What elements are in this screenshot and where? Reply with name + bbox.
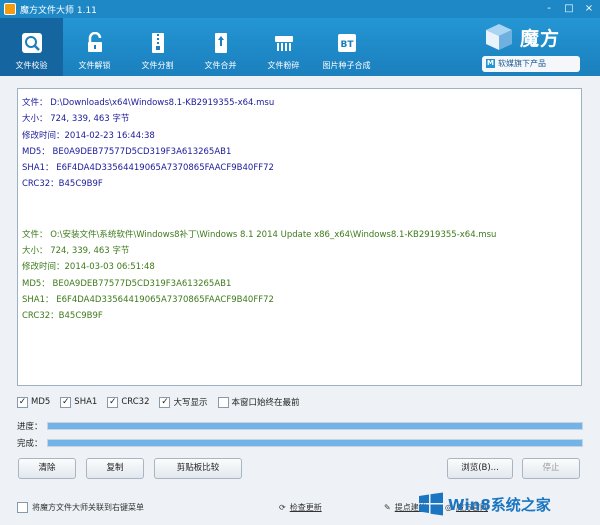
maximize-button[interactable]: □ [562, 2, 576, 16]
watermark: Win8系统之家 [418, 489, 600, 519]
option-sha1[interactable]: ✓ SHA1 [60, 396, 97, 408]
tool-label: 文件分割 [141, 61, 174, 70]
checkbox[interactable]: ✓ [60, 396, 72, 408]
result-line: 修改时间：2014-03-03 06:51:48 [22, 262, 155, 273]
option-label: 本窗口始终在最前 [231, 398, 300, 408]
close-button[interactable]: × [582, 2, 596, 16]
brand-name: 魔方 [520, 28, 561, 50]
option-md5[interactable]: ✓ MD5 [17, 396, 50, 408]
check-update-link[interactable]: ⟳ 检查更新 [279, 502, 322, 513]
cube-logo-icon [486, 24, 512, 50]
tool-label: 图片种子合成 [322, 61, 371, 70]
toolbar: 文件校验 文件解锁 文件分割 文件合并 文件粉碎 BT 图片种子合成 魔方 M … [0, 18, 600, 76]
brand-sub-label: 软媒旗下产品 [498, 59, 546, 68]
option-label: 大写显示 [173, 398, 208, 408]
option-always-on-top[interactable]: 本窗口始终在最前 [217, 396, 300, 408]
tool-label: 文件合并 [204, 61, 237, 70]
result-line: SHA1： E6F4DA4D33564419065A7370865FAACF9B… [22, 163, 274, 174]
copy-button[interactable]: 复制 [86, 458, 144, 479]
tool-file-verify[interactable]: 文件校验 [0, 18, 63, 76]
browse-button[interactable]: 浏览(B)... [447, 458, 513, 479]
current-progress-row: 进度： [17, 420, 583, 432]
result-line: MD5： BE0A9DEB77577D5CD319F3A613265AB1 [22, 146, 232, 157]
result-block-1: 文件： D:\Downloads\x64\Windows8.1-KB291935… [22, 95, 577, 193]
brand-sub-badge[interactable]: M 软媒旗下产品 [482, 56, 580, 72]
checkbox[interactable] [217, 396, 229, 408]
result-line: SHA1： E6F4DA4D33564419065A7370865FAACF9B… [22, 294, 274, 305]
unlock-icon [83, 31, 107, 55]
option-crc32[interactable]: ✓ CRC32 [107, 396, 149, 408]
current-progress-bar [47, 422, 583, 430]
tool-label: 文件粉碎 [267, 61, 300, 70]
complete-label: 完成： [17, 439, 43, 449]
app-icon [4, 3, 16, 15]
checkbox[interactable]: ✓ [107, 396, 119, 408]
clear-button[interactable]: 清除 [18, 458, 76, 479]
hash-options: ✓ MD5 ✓ SHA1 ✓ CRC32 ✓ 大写显示 本窗口始终在最前 [17, 396, 300, 408]
update-icon: ⟳ [279, 503, 286, 512]
total-progress-row: 完成： [17, 437, 583, 449]
progress-fill [48, 440, 582, 446]
result-line: 大小： 724, 339, 463 字节 [22, 114, 130, 125]
title-bar: 魔方文件大师 1.11 - □ × [0, 0, 600, 18]
result-line: CRC32：B45C9B9F [22, 179, 103, 190]
merge-icon [209, 31, 233, 55]
checkbox[interactable]: ✓ [17, 396, 28, 408]
option-label: CRC32 [121, 397, 150, 407]
checkbox[interactable] [17, 502, 28, 513]
tool-image-seed[interactable]: BT 图片种子合成 [315, 18, 378, 76]
progress-label: 进度： [17, 422, 43, 432]
zip-icon [146, 31, 170, 55]
pen-icon: ✎ [384, 503, 391, 512]
search-icon [20, 31, 44, 55]
result-line: CRC32：B45C9B9F [22, 311, 103, 322]
progress-fill [48, 423, 582, 429]
associate-context-menu[interactable]: 将魔方文件大师关联到右键菜单 [17, 502, 144, 513]
total-progress-bar [47, 439, 583, 447]
option-uppercase[interactable]: ✓ 大写显示 [159, 396, 208, 408]
tool-file-merge[interactable]: 文件合并 [189, 18, 252, 76]
tool-label: 文件校验 [15, 61, 48, 70]
result-line: MD5： BE0A9DEB77577D5CD319F3A613265AB1 [22, 278, 232, 289]
result-panel[interactable]: 文件： D:\Downloads\x64\Windows8.1-KB291935… [17, 88, 582, 386]
tool-file-shred[interactable]: 文件粉碎 [252, 18, 315, 76]
brand: 魔方 M 软媒旗下产品 [482, 22, 592, 72]
tool-file-unlock[interactable]: 文件解锁 [63, 18, 126, 76]
option-label: SHA1 [74, 397, 98, 407]
result-line: 文件： O:\安装文件\系统软件\Windows8补丁\Windows 8.1 … [22, 229, 497, 240]
windows-logo-icon [419, 492, 443, 516]
associate-label: 将魔方文件大师关联到右键菜单 [32, 503, 144, 512]
clipboard-compare-button[interactable]: 剪贴板比较 [154, 458, 242, 479]
option-label: MD5 [31, 397, 51, 407]
watermark-text: Win8系统之家 [448, 495, 551, 514]
svg-text:BT: BT [340, 40, 354, 50]
tool-file-split[interactable]: 文件分割 [126, 18, 189, 76]
window-controls: - □ × [542, 2, 596, 16]
result-line: 大小： 724, 339, 463 字节 [22, 246, 130, 257]
shredder-icon [272, 31, 296, 55]
result-line: 修改时间：2014-02-23 16:44:38 [22, 130, 155, 141]
checkbox[interactable]: ✓ [159, 396, 171, 408]
tool-label: 文件解锁 [78, 61, 111, 70]
minimize-button[interactable]: - [542, 2, 556, 16]
ruanmei-icon: M [486, 59, 495, 68]
bt-icon: BT [335, 31, 359, 55]
window-title: 魔方文件大师 1.11 [20, 5, 97, 16]
stop-button[interactable]: 停止 [522, 458, 580, 479]
result-line: 文件： D:\Downloads\x64\Windows8.1-KB291935… [22, 98, 275, 108]
check-update-label: 检查更新 [289, 503, 322, 512]
result-block-2: 文件： O:\安装文件\系统软件\Windows8补丁\Windows 8.1 … [22, 227, 577, 325]
